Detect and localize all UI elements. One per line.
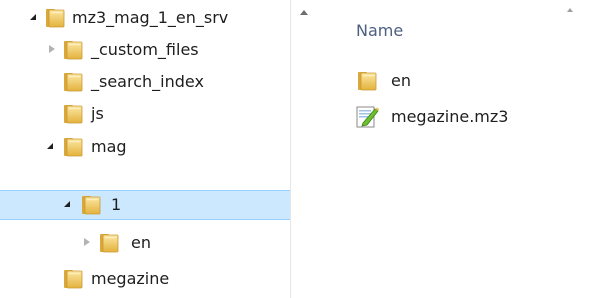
folder-icon xyxy=(356,71,378,91)
tree-item-mag[interactable]: mag xyxy=(0,132,290,162)
folder-icon xyxy=(62,137,84,157)
folder-icon xyxy=(62,40,84,60)
file-name: en xyxy=(391,71,411,90)
navigation-scrollbar[interactable] xyxy=(291,0,322,298)
expand-arrow-icon[interactable] xyxy=(30,14,36,20)
scroll-up-arrow-icon[interactable] xyxy=(300,10,308,15)
tree-item-label: en xyxy=(131,233,151,252)
name-column-header[interactable]: Name xyxy=(356,21,403,40)
navigation-pane: mz3_mag_1_en_srv _custom_files _search_i… xyxy=(0,0,290,298)
folder-icon xyxy=(62,269,84,289)
tree-item-_search_index[interactable]: _search_index xyxy=(0,67,290,97)
file-name: megazine.mz3 xyxy=(391,107,509,126)
folder-icon xyxy=(98,233,120,253)
tree-item-label: mz3_mag_1_en_srv xyxy=(72,8,229,27)
tree-item-_custom_files[interactable]: _custom_files xyxy=(0,35,290,65)
folder-icon xyxy=(44,8,66,28)
expand-arrow-icon[interactable] xyxy=(47,143,53,149)
tree-item-megazine[interactable]: megazine xyxy=(0,264,290,294)
tree-item-js[interactable]: js xyxy=(0,99,290,129)
folder-icon xyxy=(80,195,102,215)
file-item-en[interactable]: en xyxy=(356,68,576,94)
collapse-arrow-icon[interactable] xyxy=(49,45,55,53)
tree-item-1[interactable]: 1 xyxy=(0,190,290,220)
collapse-arrow-icon[interactable] xyxy=(84,238,90,246)
tree-item-label: 1 xyxy=(111,195,122,214)
file-list-pane: Name en megazine.mz3 xyxy=(322,0,589,298)
folder-icon xyxy=(62,72,84,92)
tree-item-label: mag xyxy=(91,137,127,156)
tree-item-label: megazine xyxy=(91,269,170,288)
tree-item-mz3_mag_1_en_srv[interactable]: mz3_mag_1_en_srv xyxy=(0,3,290,33)
tree-item-label: _search_index xyxy=(91,72,204,91)
tree-item-label: js xyxy=(91,104,104,123)
file-item-megazine-mz3[interactable]: megazine.mz3 xyxy=(356,104,576,130)
tree-item-en[interactable]: en xyxy=(0,228,290,258)
expand-arrow-icon[interactable] xyxy=(64,201,70,207)
mz3-file-icon xyxy=(356,106,379,128)
sort-ascending-icon xyxy=(567,8,573,12)
tree-item-label: _custom_files xyxy=(91,40,199,59)
folder-icon xyxy=(62,104,84,124)
